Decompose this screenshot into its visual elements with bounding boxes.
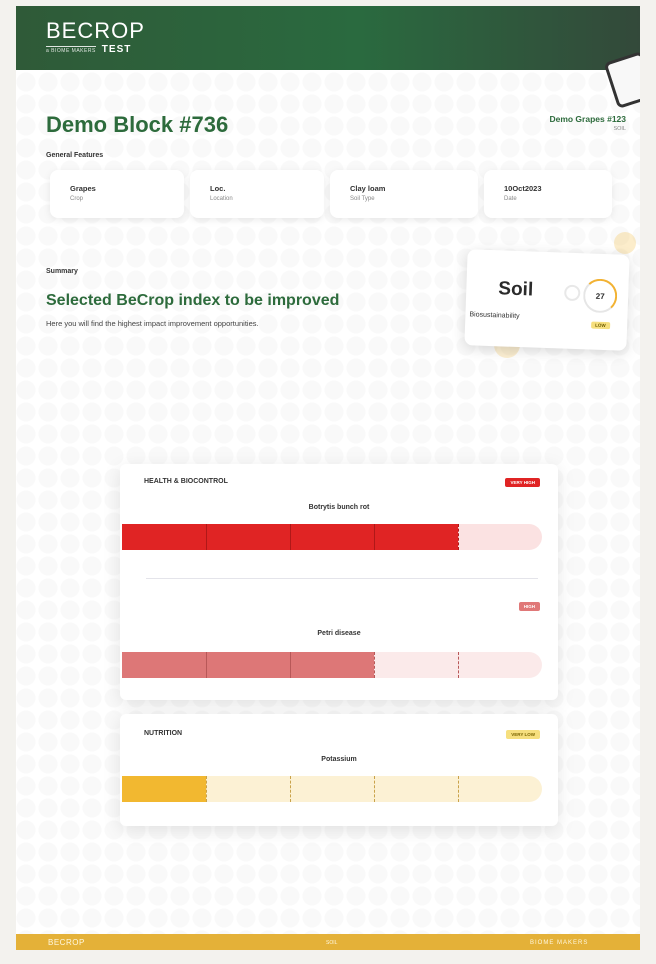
sample-info: Demo Grapes #123 SOIL	[549, 114, 626, 132]
feature-value: Loc.	[210, 184, 226, 193]
nutrition-card: NUTRITION VERY LOW Potassium	[120, 714, 558, 826]
parameter-name: Petri disease	[317, 630, 361, 637]
parameter-name: Botrytis bunch rot	[308, 504, 370, 511]
logo-test-label: TEST	[101, 44, 132, 55]
sample-name: Demo Grapes #123	[549, 114, 626, 124]
soil-card-title: Soil	[497, 278, 534, 301]
footer-section: SOIL	[326, 940, 338, 946]
feature-soil-type: Clay loam Soil Type	[330, 170, 478, 218]
report-page: BECROP a BIOME MAKERS TEST Demo Block #7…	[16, 6, 640, 950]
report-footer: BECROP SOIL BIOME MAKERS	[16, 934, 640, 950]
potassium-level-bar	[122, 776, 542, 802]
summary-label: Summary	[46, 268, 78, 275]
soil-score-card: Soil Biosustainability 27 LOW	[464, 249, 630, 351]
feature-label: Soil Type	[350, 196, 375, 202]
feature-value: Clay loam	[350, 184, 386, 193]
feature-label: Date	[504, 196, 517, 202]
risk-badge: HIGH	[518, 602, 540, 611]
feature-label: Location	[210, 196, 233, 202]
segment-divider	[290, 524, 291, 550]
level-fill	[122, 652, 374, 678]
summary-title: Selected BeCrop index to be improved	[46, 292, 340, 309]
botrytis-level-bar	[122, 524, 542, 550]
segment-divider	[458, 652, 459, 678]
segment-divider	[374, 652, 375, 678]
level-fill	[122, 776, 206, 802]
general-features-label: General Features	[46, 152, 104, 159]
health-biocontrol-card: HEALTH & BIOCONTROL VERY HIGH Botrytis b…	[120, 464, 558, 700]
general-features: Grapes Crop Loc. Location Clay loam Soil…	[50, 170, 612, 218]
feature-date: 10Oct2023 Date	[484, 170, 612, 218]
segment-divider	[206, 524, 207, 550]
logo-wordmark: BECROP	[46, 18, 145, 43]
petri-level-bar	[122, 652, 542, 678]
card-heading: HEALTH & BIOCONTROL	[144, 478, 228, 485]
feature-value: 10Oct2023	[504, 184, 542, 193]
soil-score-value: 27	[595, 291, 605, 301]
decorative-blob	[614, 232, 636, 254]
soil-level-badge: LOW	[591, 321, 610, 330]
soil-card-subtitle: Biosustainability	[469, 311, 520, 321]
parameter-name: Potassium	[321, 756, 357, 763]
risk-badge: VERY LOW	[506, 730, 540, 739]
card-divider	[146, 578, 538, 579]
segment-divider	[458, 524, 459, 550]
segment-divider	[290, 652, 291, 678]
risk-badge: VERY HIGH	[505, 478, 540, 487]
report-header: BECROP a BIOME MAKERS TEST	[16, 6, 640, 70]
logo-tagline: a BIOME MAKERS	[46, 45, 96, 54]
segment-divider	[206, 776, 207, 802]
segment-divider	[374, 524, 375, 550]
segment-divider	[206, 652, 207, 678]
segment-divider	[290, 776, 291, 802]
segment-divider	[458, 776, 459, 802]
feature-location: Loc. Location	[190, 170, 324, 218]
sample-type: SOIL	[613, 126, 626, 132]
score-ring: 27	[582, 278, 618, 314]
footer-brand: BIOME MAKERS	[530, 940, 589, 946]
feature-label: Crop	[70, 196, 84, 202]
footer-logo: BECROP	[48, 938, 85, 947]
summary-description: Here you will find the highest impact im…	[46, 319, 259, 328]
card-heading: NUTRITION	[144, 730, 183, 737]
indicator-dot-icon	[563, 284, 581, 302]
page-title: Demo Block #736	[46, 112, 229, 137]
becrop-logo: BECROP a BIOME MAKERS TEST	[46, 20, 145, 55]
feature-crop: Grapes Crop	[50, 170, 184, 218]
segment-divider	[374, 776, 375, 802]
feature-value: Grapes	[70, 184, 96, 193]
